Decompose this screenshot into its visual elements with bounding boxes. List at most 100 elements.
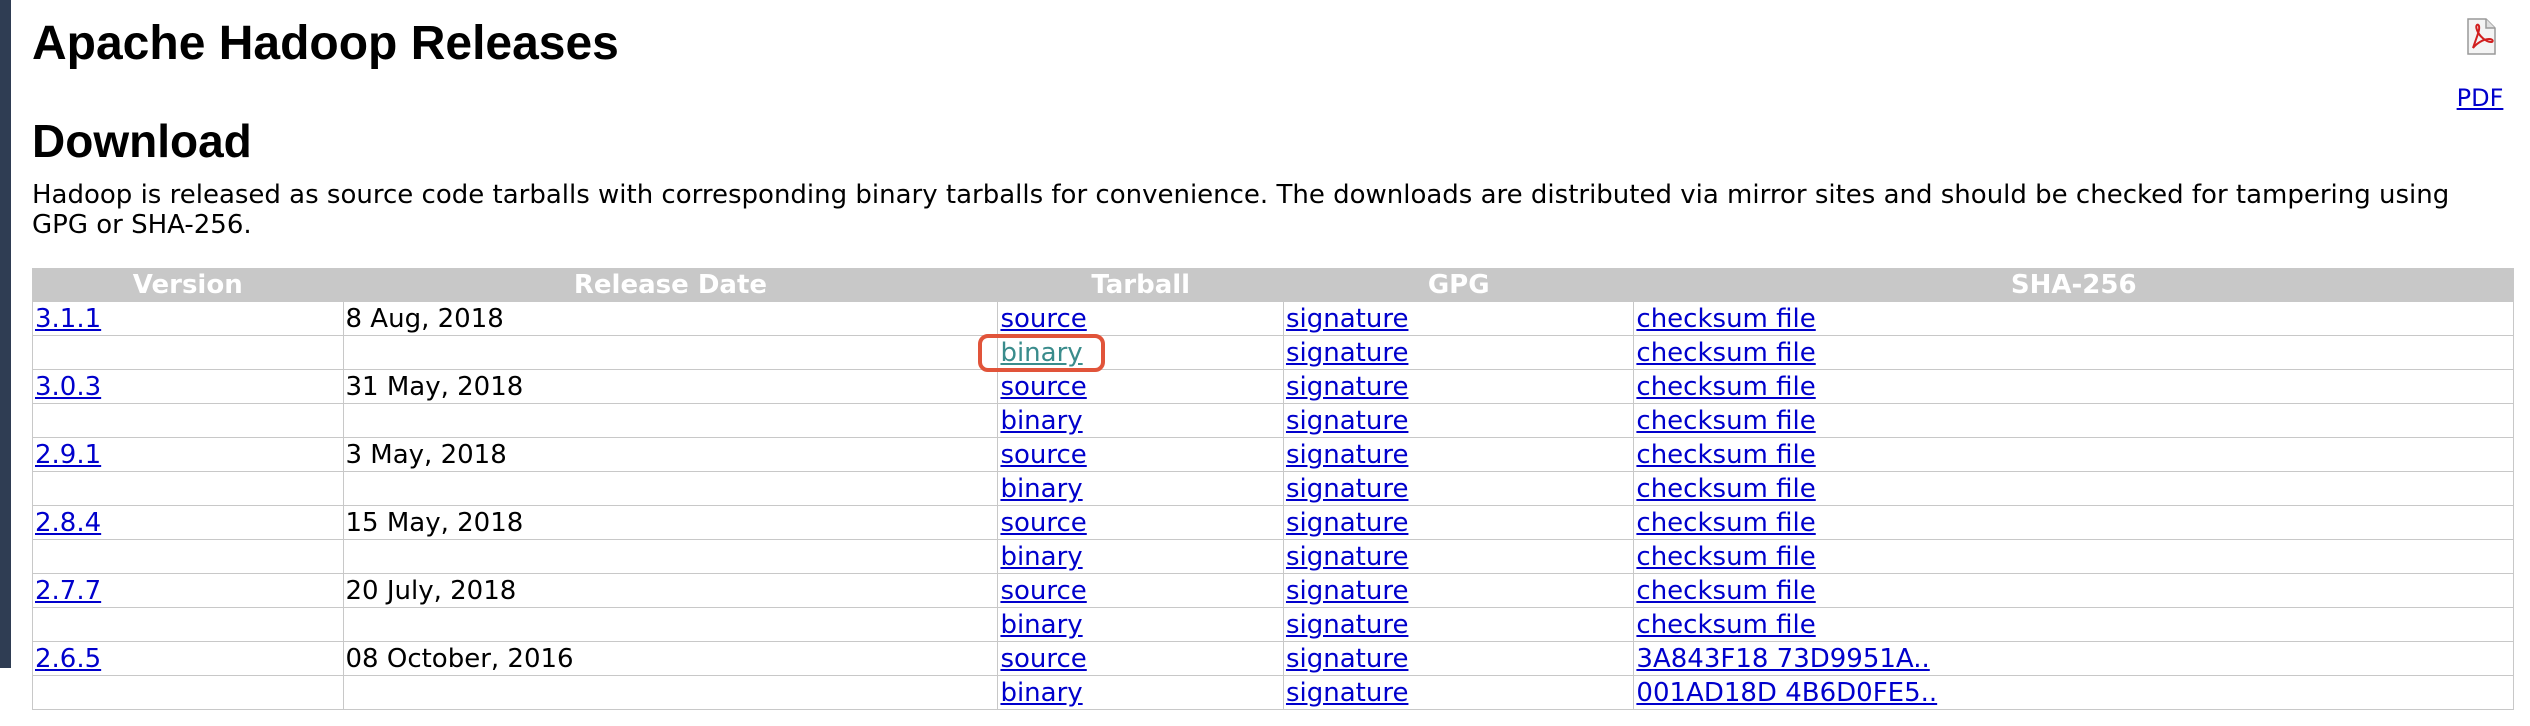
sha256-cell: checksum file — [1633, 539, 2514, 574]
tarball-source-link[interactable]: source — [1000, 372, 1086, 402]
tarball-source-link[interactable]: source — [1000, 644, 1086, 674]
table-row: binary signature 001AD18D 4B6D0FE5.. — [32, 675, 2514, 710]
version-cell — [32, 607, 344, 642]
tarball-cell: binary — [997, 539, 1284, 574]
section-title-download: Download — [32, 115, 252, 167]
sha256-checksum-link[interactable]: checksum file — [1636, 508, 1815, 538]
highlighted-binary-link[interactable]: binary — [978, 333, 1105, 372]
version-link[interactable]: 2.6.5 — [35, 644, 101, 674]
version-cell: 2.7.7 — [32, 573, 344, 608]
release-date-cell: 31 May, 2018 — [342, 369, 999, 404]
tarball-cell: binary — [997, 403, 1284, 438]
release-date-cell — [342, 539, 999, 574]
tarball-binary-link[interactable]: binary — [1000, 474, 1082, 504]
gpg-cell: signature — [1282, 471, 1635, 506]
sha256-checksum-link[interactable]: 3A843F18 73D9951A.. — [1636, 644, 1929, 674]
version-link[interactable]: 3.1.1 — [35, 304, 101, 334]
gpg-signature-link[interactable]: signature — [1286, 338, 1408, 368]
sha256-cell: checksum file — [1633, 437, 2514, 472]
version-link[interactable]: 2.9.1 — [35, 440, 101, 470]
releases-table-body: 3.1.1 8 Aug, 2018 source signature checksum … — [32, 301, 2514, 710]
page-title: Apache Hadoop Releases — [32, 17, 619, 70]
sha256-checksum-link[interactable]: checksum file — [1636, 338, 1815, 368]
version-link[interactable]: 2.7.7 — [35, 576, 101, 606]
gpg-signature-link[interactable]: signature — [1286, 440, 1408, 470]
release-date: 15 May, 2018 — [345, 507, 524, 538]
gpg-cell: signature — [1282, 301, 1635, 336]
sha256-cell: 3A843F18 73D9951A.. — [1633, 641, 2514, 676]
pdf-download[interactable]: PDF — [2450, 18, 2510, 112]
release-date-cell: 08 October, 2016 — [342, 641, 999, 676]
header-gpg: GPG — [1282, 268, 1635, 302]
release-date: 8 Aug, 2018 — [345, 303, 504, 334]
gpg-signature-link[interactable]: signature — [1286, 474, 1408, 504]
tarball-source-link[interactable]: source — [1000, 440, 1086, 470]
tarball-cell: source — [997, 573, 1284, 608]
table-row: binary signature checksum file — [32, 539, 2514, 574]
gpg-cell: signature — [1282, 641, 1635, 676]
gpg-cell: signature — [1282, 369, 1635, 404]
sha256-checksum-link[interactable]: checksum file — [1636, 576, 1815, 606]
tarball-binary-link[interactable]: binary — [1000, 542, 1082, 572]
tarball-cell: source — [997, 641, 1284, 676]
gpg-signature-link[interactable]: signature — [1286, 678, 1408, 708]
table-row: 3.1.1 8 Aug, 2018 source signature checksum … — [32, 301, 2514, 336]
sha256-checksum-link[interactable]: 001AD18D 4B6D0FE5.. — [1636, 678, 1937, 708]
version-link[interactable]: 3.0.3 — [35, 372, 101, 402]
release-date-cell — [342, 403, 999, 438]
release-date-cell — [342, 675, 999, 710]
tarball-source-link[interactable]: source — [1000, 508, 1086, 538]
tarball-cell: source — [997, 369, 1284, 404]
gpg-cell: signature — [1282, 437, 1635, 472]
sha256-cell: checksum file — [1633, 505, 2514, 540]
version-link[interactable]: 2.8.4 — [35, 508, 101, 538]
tarball-binary-link[interactable]: binary — [1000, 678, 1082, 708]
sha256-checksum-link[interactable]: checksum file — [1636, 304, 1815, 334]
download-intro-text: Hadoop is released as source code tarbal… — [32, 180, 2450, 240]
tarball-cell: binary — [997, 607, 1284, 642]
gpg-signature-link[interactable]: signature — [1286, 304, 1408, 334]
window-edge-strip — [0, 0, 11, 668]
version-cell — [32, 675, 344, 710]
release-date: 31 May, 2018 — [345, 371, 524, 402]
tarball-source-link[interactable]: source — [1000, 576, 1086, 606]
sha256-cell: checksum file — [1633, 471, 2514, 506]
version-cell: 2.6.5 — [32, 641, 344, 676]
sha256-checksum-link[interactable]: checksum file — [1636, 440, 1815, 470]
gpg-cell: signature — [1282, 607, 1635, 642]
tarball-binary-link[interactable]: binary — [1000, 338, 1082, 368]
sha256-checksum-link[interactable]: checksum file — [1636, 372, 1815, 402]
gpg-signature-link[interactable]: signature — [1286, 406, 1408, 436]
gpg-signature-link[interactable]: signature — [1286, 644, 1408, 674]
sha256-cell: checksum file — [1633, 403, 2514, 438]
sha256-cell: checksum file — [1633, 369, 2514, 404]
release-date: 3 May, 2018 — [345, 439, 507, 470]
gpg-signature-link[interactable]: signature — [1286, 542, 1408, 572]
gpg-cell: signature — [1282, 573, 1635, 608]
gpg-signature-link[interactable]: signature — [1286, 610, 1408, 640]
gpg-signature-link[interactable]: signature — [1286, 508, 1408, 538]
table-row: 2.8.4 15 May, 2018 source signature checksum… — [32, 505, 2514, 540]
gpg-cell: signature — [1282, 335, 1635, 370]
table-row: 3.0.3 31 May, 2018 source signature checksum… — [32, 369, 2514, 404]
tarball-cell: source — [997, 505, 1284, 540]
tarball-cell: binary — [997, 471, 1284, 506]
table-row: binary signature checksum file — [32, 607, 2514, 642]
sha256-checksum-link[interactable]: checksum file — [1636, 474, 1815, 504]
release-date-cell: 8 Aug, 2018 — [342, 301, 999, 336]
tarball-source-link[interactable]: source — [1000, 304, 1086, 334]
version-cell — [32, 539, 344, 574]
table-row: 2.7.7 20 July, 2018 source signature checksu… — [32, 573, 2514, 608]
gpg-signature-link[interactable]: signature — [1286, 576, 1408, 606]
pdf-document-icon[interactable] — [2464, 18, 2498, 56]
release-date-cell: 20 July, 2018 — [342, 573, 999, 608]
tarball-binary-link[interactable]: binary — [1000, 610, 1082, 640]
pdf-link[interactable]: PDF — [2450, 84, 2510, 112]
sha256-cell: 001AD18D 4B6D0FE5.. — [1633, 675, 2514, 710]
tarball-binary-link[interactable]: binary — [1000, 406, 1082, 436]
sha256-checksum-link[interactable]: checksum file — [1636, 406, 1815, 436]
sha256-checksum-link[interactable]: checksum file — [1636, 542, 1815, 572]
version-cell — [32, 335, 344, 370]
gpg-signature-link[interactable]: signature — [1286, 372, 1408, 402]
sha256-checksum-link[interactable]: checksum file — [1636, 610, 1815, 640]
